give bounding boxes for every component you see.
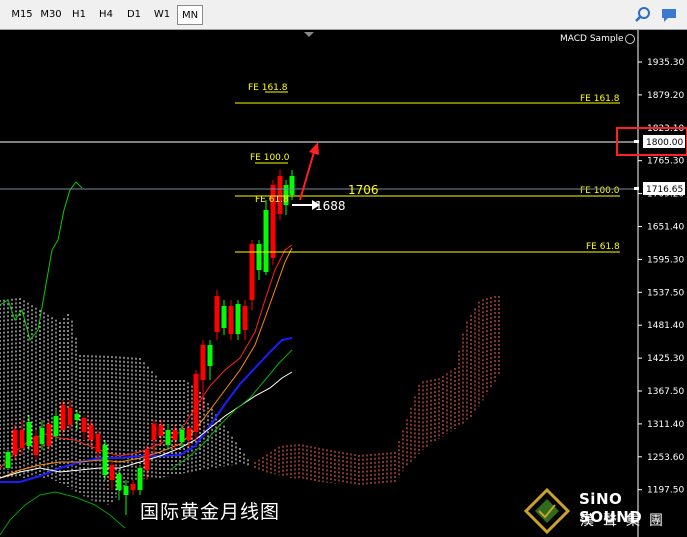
chat-icon[interactable] (660, 6, 678, 24)
candle-body (235, 304, 241, 334)
timeframe-d1-button[interactable]: D1 (121, 5, 147, 25)
axis-tick-label: 1425.30 (647, 354, 684, 364)
lower-band-line (0, 491, 126, 536)
candle-body (116, 474, 122, 490)
candle-body (67, 408, 73, 425)
candle-body (19, 430, 25, 448)
price-chart: FE 161.8 FE 161.8 FE 100.0 FE 100.0 FE 6… (0, 30, 687, 537)
candle-body (123, 486, 129, 495)
candle-body (26, 422, 32, 446)
candle-body (53, 416, 59, 436)
candle-body (158, 425, 164, 436)
candle-body (179, 430, 185, 442)
arrow-up-icon (309, 142, 319, 155)
timeframe-toolbar: M15 M30 H1 H4 D1 W1 MN (0, 0, 687, 30)
search-icon[interactable] (634, 6, 652, 24)
axis-tick-label: 1879.20 (647, 91, 684, 101)
axis-tick-label: 1651.40 (647, 223, 684, 233)
candle-body (46, 424, 52, 446)
price-1706-label: 1706 (348, 183, 379, 197)
candle-body (172, 430, 178, 440)
candle-body (102, 445, 108, 475)
timeframe-m15-button[interactable]: M15 (8, 5, 36, 25)
candle-body (207, 345, 213, 366)
candle-body (256, 244, 262, 270)
candle-body (95, 434, 101, 452)
fe-161-label-left: FE 161.8 (248, 83, 288, 93)
axis-tick-label: 1537.50 (647, 288, 684, 298)
timeframe-w1-button[interactable]: W1 (149, 5, 175, 25)
level-marker-label: 1800.00 (646, 138, 683, 148)
candle-body (193, 374, 199, 432)
axis-tick-label: 1367.50 (647, 387, 684, 397)
candle-body (88, 425, 94, 440)
current-price-tick (634, 187, 639, 190)
axis-tick-label: 1765.30 (647, 157, 684, 167)
axis-tick-label: 1311.40 (647, 420, 684, 430)
brand-name-cn: 漢聲集團 (580, 513, 672, 529)
fe-100-label-left: FE 100.0 (250, 153, 290, 163)
close-indicator-icon[interactable] (625, 34, 635, 44)
candle-body (12, 430, 18, 455)
ichimoku-cloud-white (0, 298, 249, 505)
indicator-label: MACD Sample (560, 34, 624, 44)
candle-body (33, 436, 39, 455)
candle-body (81, 418, 87, 432)
candle-body (109, 465, 115, 480)
timeframe-h1-button[interactable]: H1 (66, 5, 92, 25)
candle-body (214, 296, 220, 332)
fe-61-label-right: FE 61.8 (586, 242, 620, 252)
candle-body (186, 428, 192, 440)
candle-body (74, 414, 80, 420)
candle-body (39, 428, 45, 444)
candle-body (144, 450, 150, 470)
ichimoku-cloud-red (254, 296, 500, 486)
price-axis-ticks: 1935.301879.201823.101765.301709.201651.… (638, 58, 684, 496)
current-price-label: 1716.65 (646, 185, 683, 195)
target-arrow-line (299, 151, 315, 201)
candle-body (60, 405, 66, 430)
candle-body (137, 468, 143, 490)
scroll-triangle-icon (304, 32, 314, 37)
fe-161-label-right: FE 161.8 (580, 94, 620, 104)
price-1688-label: 1688 (315, 199, 346, 213)
candle-body (242, 306, 248, 330)
chart-caption: 国际黄金月线图 (140, 501, 281, 523)
candle-body (5, 452, 11, 468)
axis-tick-label: 1253.60 (647, 453, 684, 463)
candle-body (151, 424, 157, 440)
candle-body (289, 176, 295, 195)
timeframe-h4-button[interactable]: H4 (93, 5, 119, 25)
logo-inner-icon (535, 499, 559, 523)
candle-body (200, 345, 206, 380)
level-marker-tick (634, 140, 639, 143)
candle-body (263, 210, 269, 272)
axis-tick-label: 1481.40 (647, 321, 684, 331)
timeframe-m30-button[interactable]: M30 (37, 5, 65, 25)
axis-tick-label: 1595.30 (647, 255, 684, 265)
candle-body (221, 306, 227, 328)
axis-tick-label: 1935.30 (647, 58, 684, 68)
candle-body (228, 306, 234, 334)
timeframe-mn-button[interactable]: MN (177, 5, 203, 25)
fe-61-label-left: FE 61.8 (255, 195, 289, 205)
fe-100-label-right: FE 100.0 (580, 186, 620, 196)
candle-body (165, 430, 171, 445)
candle-body (130, 484, 136, 490)
